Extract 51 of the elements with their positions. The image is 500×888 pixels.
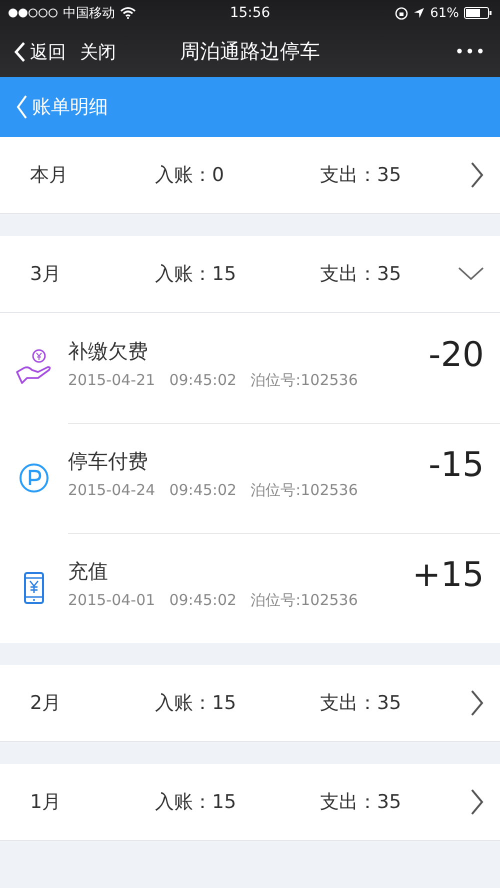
income-amount: 入账：0 [155,163,226,188]
transaction-title: 充值 [68,558,109,585]
income-amount: 入账：15 [155,691,238,716]
chevron-down-icon [458,267,484,281]
transaction-time: 09:45:02 [169,481,237,500]
transaction-time: 09:45:02 [169,591,237,610]
month-row[interactable]: 2月 入账：15 支出：35 [0,665,500,742]
transaction-amount: -20 [428,335,484,375]
rotation-lock-icon [395,6,408,20]
chevron-left-icon [16,94,28,120]
chevron-right-icon [470,690,484,716]
more-button[interactable]: ••• [454,42,486,61]
month-label: 1月 [30,790,62,815]
location-icon [413,7,426,19]
income-amount: 入账：15 [155,262,238,287]
berth-number: 泊位号:102536 [250,371,358,390]
transaction-amount: +15 [412,555,484,595]
back-button[interactable]: 返回 [14,40,66,64]
chevron-right-icon [470,162,484,188]
close-button[interactable]: 关闭 [80,40,116,64]
month-row[interactable]: 3月 入账：15 支出：35 [0,236,500,313]
wifi-icon [120,7,136,19]
expense-amount: 支出：35 [320,790,402,815]
page-title: 周泊通路边停车 [180,38,320,65]
transaction-date: 2015-04-21 [68,371,156,390]
signal-icon [8,8,58,18]
month-label: 3月 [30,262,62,287]
expense-amount: 支出：35 [320,163,402,188]
transaction-title: 停车付费 [68,448,149,475]
month-row[interactable]: 1月 入账：15 支出：35 [0,764,500,841]
transaction-amount: -15 [428,445,484,485]
transaction-date: 2015-04-24 [68,481,156,500]
transaction-date: 2015-04-01 [68,591,156,610]
battery-percent: 61% [430,6,459,20]
income-amount: 入账：15 [155,790,238,815]
chevron-right-icon [470,789,484,815]
parking-icon [19,463,49,493]
berth-number: 泊位号:102536 [250,591,358,610]
battery-icon [464,7,492,19]
carrier: 中国移动 [63,5,115,22]
transaction-title: 补缴欠费 [68,338,149,365]
month-label: 本月 [30,163,69,188]
expense-amount: 支出：35 [320,262,402,287]
transaction-time: 09:45:02 [169,371,237,390]
phone-yuan-icon [24,572,44,604]
berth-number: 泊位号:102536 [250,481,358,500]
month-row[interactable]: 本月 入账：0 支出：35 [0,137,500,214]
month-label: 2月 [30,691,62,716]
clock: 15:56 [230,5,270,21]
expense-amount: 支出：35 [320,691,402,716]
chevron-left-icon [14,40,26,62]
